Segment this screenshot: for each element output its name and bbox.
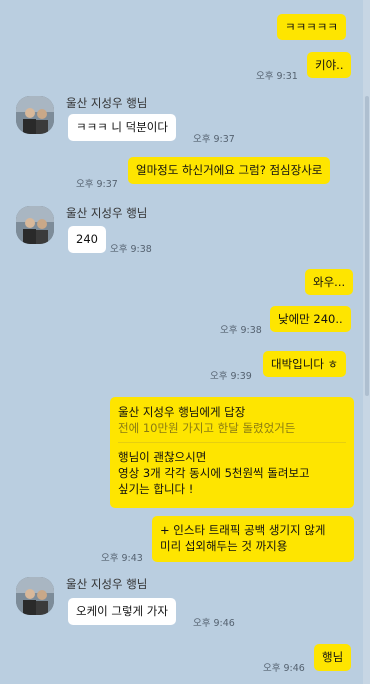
reply-message-bubble[interactable]: 울산 지성우 행님에게 답장 전에 10만원 가지고 한달 돌렸었거든 행님이 … bbox=[110, 397, 354, 508]
message-time: 오후 9:37 bbox=[76, 179, 118, 190]
message-time: 오후 9:43 bbox=[101, 553, 143, 564]
my-message-bubble[interactable]: 키야.. bbox=[307, 52, 352, 78]
their-message-bubble[interactable]: 오케이 그렇게 가자 bbox=[68, 598, 176, 625]
message-time: 오후 9:37 bbox=[193, 134, 235, 145]
scrollbar-thumb[interactable] bbox=[365, 96, 369, 396]
my-message-bubble[interactable]: 행님 bbox=[314, 644, 352, 671]
my-message-bubble[interactable]: 와우... bbox=[305, 269, 354, 295]
reply-quote-title: 울산 지성우 행님에게 답장 bbox=[118, 405, 246, 419]
my-message-bubble[interactable]: + 인스타 트래픽 공백 생기지 않게 미리 섭외해두는 것 까지용 bbox=[152, 516, 354, 562]
message-time: 오후 9:39 bbox=[210, 371, 252, 382]
message-time: 오후 9:46 bbox=[263, 663, 305, 674]
message-line: 싶기는 합니다 ! bbox=[118, 482, 194, 496]
their-message-bubble[interactable]: 240 bbox=[68, 226, 106, 253]
message-time: 오후 9:46 bbox=[193, 618, 235, 629]
chat-room: ㅋㅋㅋㅋㅋ 오후 9:31 키야.. 울산 지성우 행님 ㅋㅋㅋ 니 덕분이다 … bbox=[0, 0, 363, 684]
message-line: + 인스타 트래픽 공백 생기지 않게 bbox=[160, 523, 326, 537]
message-time: 오후 9:31 bbox=[256, 71, 298, 82]
reply-divider bbox=[118, 442, 346, 443]
profile-photo-icon bbox=[16, 206, 54, 244]
message-time: 오후 9:38 bbox=[220, 325, 262, 336]
my-message-bubble[interactable]: 얼마정도 하신거에요 그럼? 점심장사로 bbox=[128, 157, 331, 184]
scrollbar[interactable] bbox=[363, 0, 370, 684]
message-line: 행님이 괜찮으시면 bbox=[118, 450, 207, 464]
avatar[interactable] bbox=[16, 577, 54, 615]
profile-photo-icon bbox=[16, 96, 54, 134]
message-time: 오후 9:38 bbox=[110, 244, 152, 255]
avatar[interactable] bbox=[16, 96, 54, 134]
profile-photo-icon bbox=[16, 577, 54, 615]
message-line: 영상 3개 각각 동시에 5천원씩 돌려보고 bbox=[118, 466, 310, 480]
their-message-bubble[interactable]: ㅋㅋㅋ 니 덕분이다 bbox=[68, 114, 176, 141]
sender-name: 울산 지성우 행님 bbox=[66, 577, 148, 591]
avatar[interactable] bbox=[16, 206, 54, 244]
sender-name: 울산 지성우 행님 bbox=[66, 96, 148, 110]
my-message-bubble[interactable]: ㅋㅋㅋㅋㅋ bbox=[277, 14, 346, 40]
reply-quote-text[interactable]: 전에 10만원 가지고 한달 돌렸었거든 bbox=[118, 420, 346, 436]
sender-name: 울산 지성우 행님 bbox=[66, 206, 148, 220]
message-line: 미리 섭외해두는 것 까지용 bbox=[160, 539, 288, 553]
my-message-bubble[interactable]: 대박입니다 ㅎ bbox=[263, 351, 347, 377]
my-message-bubble[interactable]: 낮에만 240.. bbox=[270, 306, 351, 332]
